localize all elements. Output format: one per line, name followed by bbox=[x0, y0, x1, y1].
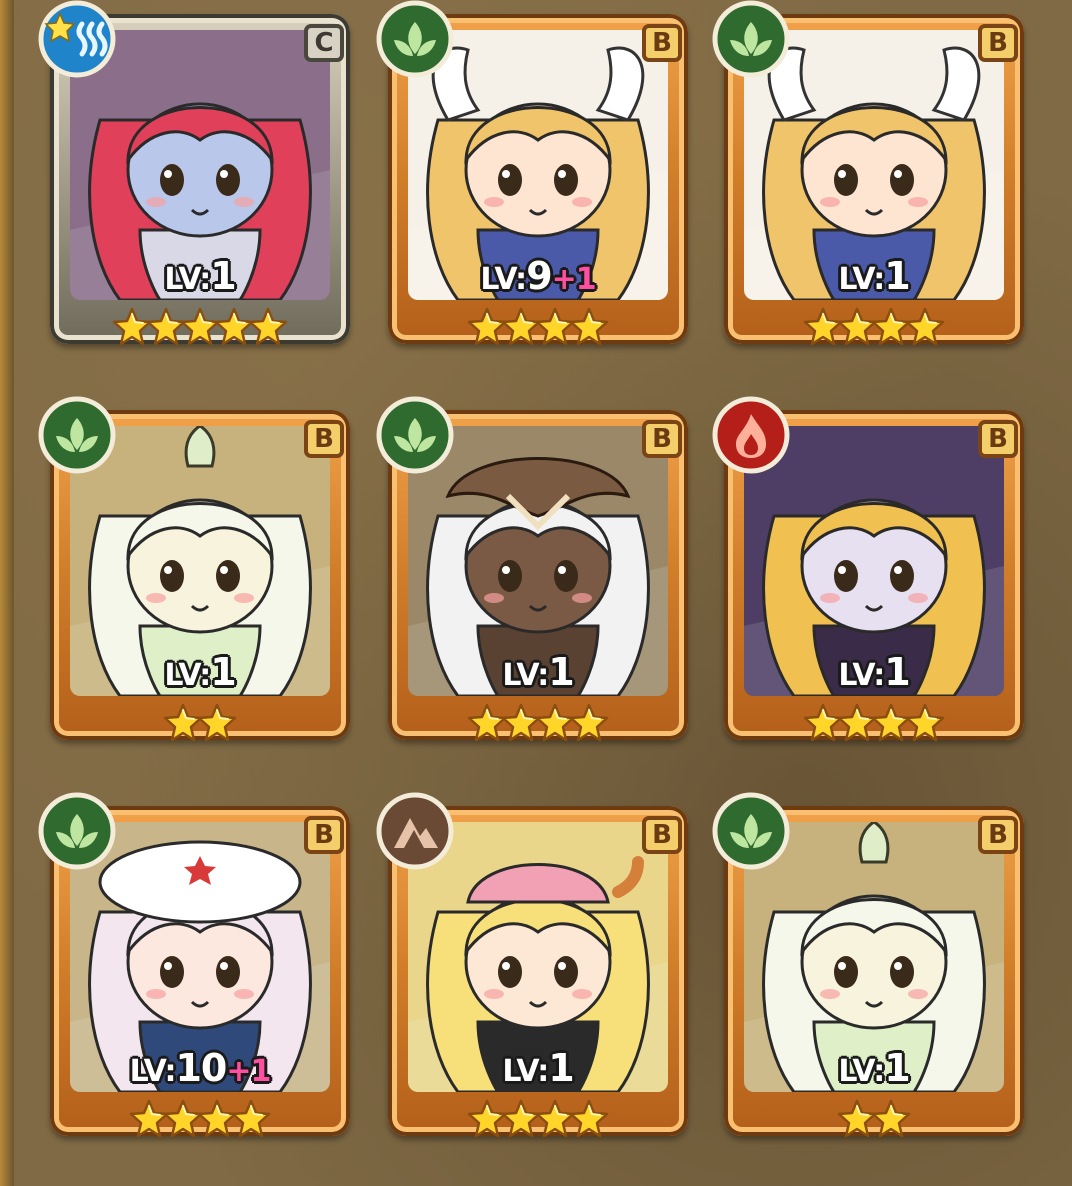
character-card[interactable]: B LV:1 bbox=[712, 396, 1034, 778]
star-rating bbox=[40, 307, 360, 347]
level-label: LV:9+1 bbox=[480, 254, 597, 298]
level-value: 1 bbox=[210, 650, 236, 694]
rank-badge: B bbox=[304, 816, 344, 854]
character-card[interactable]: B LV:1 bbox=[376, 396, 698, 778]
star-rating bbox=[40, 703, 360, 743]
character-card[interactable]: B LV:1 bbox=[712, 792, 1034, 1174]
star-rating bbox=[714, 1099, 1034, 1139]
star-rating bbox=[378, 703, 698, 743]
rank-badge: B bbox=[304, 420, 344, 458]
character-card[interactable]: B LV:1 bbox=[38, 396, 360, 778]
leaf-icon bbox=[38, 792, 116, 870]
star-rating bbox=[378, 307, 698, 347]
level-value: 1 bbox=[548, 1046, 574, 1090]
level-bonus: +1 bbox=[226, 1054, 271, 1089]
mountain-icon bbox=[376, 792, 454, 870]
star-icon bbox=[905, 703, 945, 743]
rank-badge: B bbox=[978, 420, 1018, 458]
level-value: 1 bbox=[884, 650, 910, 694]
star-icon bbox=[197, 703, 237, 743]
level-label: LV:1 bbox=[164, 254, 236, 298]
level-value: 1 bbox=[884, 1046, 910, 1090]
character-grid: C LV:1 B LV:9+1 B LV:1 B LV:1 B LV:1 B L… bbox=[0, 0, 1072, 1186]
level-label: LV:1 bbox=[502, 1046, 574, 1090]
leaf-icon bbox=[712, 792, 790, 870]
character-card[interactable]: B LV:10+1 bbox=[38, 792, 360, 1174]
star-icon bbox=[569, 703, 609, 743]
star-rating bbox=[714, 307, 1034, 347]
star-rating bbox=[714, 703, 1034, 743]
star-rating bbox=[378, 1099, 698, 1139]
leaf-icon bbox=[376, 0, 454, 78]
rank-badge: B bbox=[978, 816, 1018, 854]
level-value: 1 bbox=[884, 254, 910, 298]
rank-badge: B bbox=[642, 816, 682, 854]
character-card[interactable]: B LV:1 bbox=[376, 792, 698, 1174]
star-icon bbox=[569, 307, 609, 347]
level-label: LV:1 bbox=[838, 650, 910, 694]
leaf-icon bbox=[376, 396, 454, 474]
level-label: LV:10+1 bbox=[129, 1046, 272, 1090]
star-icon bbox=[569, 1099, 609, 1139]
star-icon bbox=[905, 307, 945, 347]
water-star-icon bbox=[38, 0, 116, 78]
rank-badge: C bbox=[304, 24, 344, 62]
level-label: LV:1 bbox=[164, 650, 236, 694]
star-icon bbox=[248, 307, 288, 347]
star-rating bbox=[40, 1099, 360, 1139]
level-label: LV:1 bbox=[838, 1046, 910, 1090]
level-value: 1 bbox=[548, 650, 574, 694]
character-card[interactable]: B LV:1 bbox=[712, 0, 1034, 382]
level-value: 10 bbox=[175, 1046, 227, 1090]
level-label: LV:1 bbox=[838, 254, 910, 298]
level-label: LV:1 bbox=[502, 650, 574, 694]
level-value: 9 bbox=[526, 254, 552, 298]
star-icon bbox=[231, 1099, 271, 1139]
character-card[interactable]: C LV:1 bbox=[38, 0, 360, 382]
leaf-icon bbox=[712, 0, 790, 78]
rank-badge: B bbox=[642, 420, 682, 458]
character-card[interactable]: B LV:9+1 bbox=[376, 0, 698, 382]
level-bonus: +1 bbox=[551, 262, 597, 297]
leaf-icon bbox=[38, 396, 116, 474]
rank-badge: B bbox=[978, 24, 1018, 62]
flame-icon bbox=[712, 396, 790, 474]
level-value: 1 bbox=[210, 254, 236, 298]
rank-badge: B bbox=[642, 24, 682, 62]
star-icon bbox=[871, 1099, 911, 1139]
